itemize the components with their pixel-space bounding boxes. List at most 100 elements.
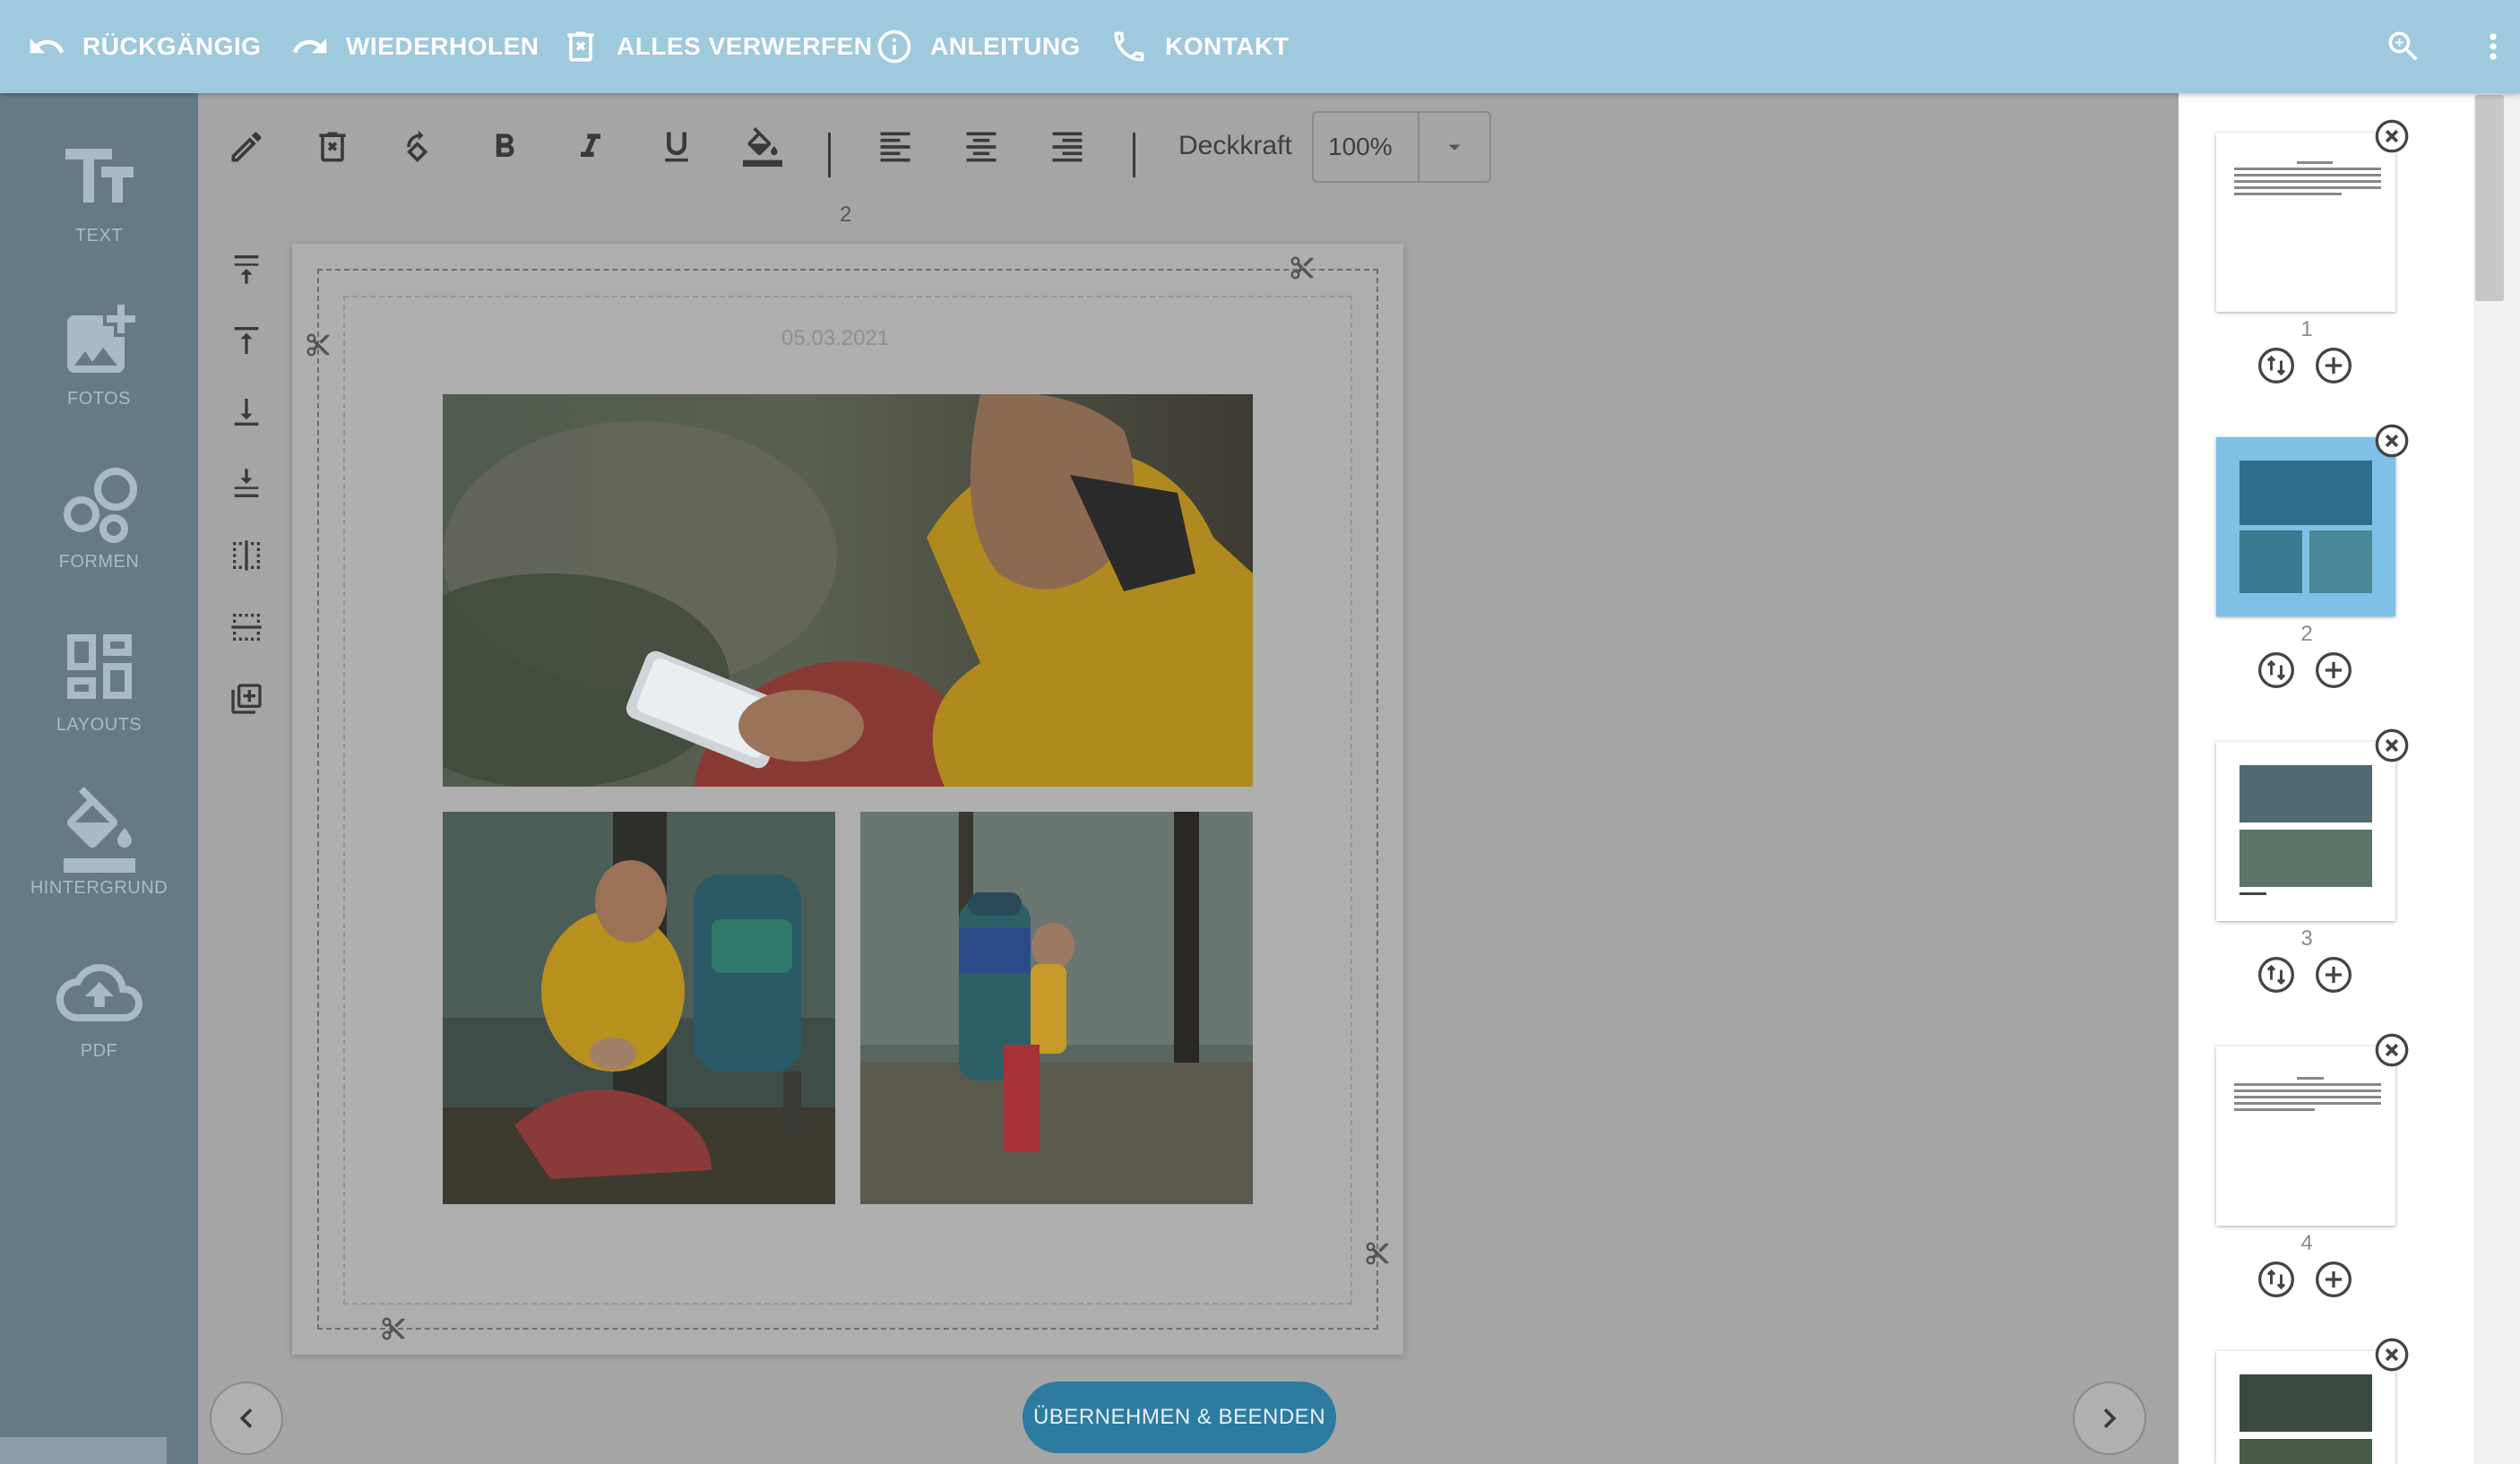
align-center-button[interactable] <box>956 122 1006 172</box>
previous-page-button[interactable] <box>210 1382 283 1455</box>
fill-color-button[interactable] <box>738 122 788 172</box>
send-to-bottom-button[interactable] <box>221 387 272 437</box>
scissors-icon <box>1366 1242 1389 1265</box>
photo-hiker-phone[interactable] <box>443 394 1253 787</box>
zoom-button[interactable] <box>2380 23 2427 70</box>
photo-hiker-phone-image <box>443 394 1253 787</box>
toolbar-divider <box>1133 133 1135 177</box>
duplicate-button[interactable] <box>221 674 272 724</box>
page-thumbnail-number: 3 <box>2300 926 2313 951</box>
page-thumbnail[interactable] <box>2216 437 2395 616</box>
scissors-icon <box>382 1317 405 1340</box>
sidebar-item-pdf[interactable]: PDF <box>0 950 198 1102</box>
contact-button[interactable]: KONTAKT <box>1109 0 1289 93</box>
sidebar-item-label: TEXT <box>74 226 124 245</box>
opacity-value[interactable]: 100% <box>1314 113 1420 181</box>
sidebar-item-background[interactable]: HINTERGRUND <box>0 787 198 939</box>
close-icon[interactable] <box>2374 1337 2410 1373</box>
bold-icon <box>496 133 514 157</box>
page-thumbnail[interactable] <box>2216 1046 2395 1226</box>
redo-button[interactable]: WIEDERHOLEN <box>290 0 539 93</box>
toolbar-divider <box>828 133 831 177</box>
rotate-button[interactable] <box>393 122 444 172</box>
left-sidebar: TEXT FOTOS FORMEN LAYOUTS HINTERGRUND PD… <box>0 93 198 1464</box>
duplicate-icon <box>231 684 262 714</box>
fill-color-icon <box>743 127 782 167</box>
top-bar: RÜCKGÄNGIG WIEDERHOLEN ALLES VERWERFEN A… <box>0 0 2520 93</box>
italic-button[interactable] <box>565 122 616 172</box>
shapes-icon <box>63 468 137 543</box>
bring-to-top-button[interactable] <box>221 315 272 366</box>
page-date[interactable]: 05.03.2021 <box>781 326 889 351</box>
photo-hiker-standing[interactable] <box>860 812 1253 1204</box>
center-vertical-icon <box>233 540 260 571</box>
align-right-icon <box>1052 132 1083 162</box>
align-bottom-edge-icon <box>234 469 259 497</box>
center-horizontal-button[interactable] <box>221 602 272 652</box>
delete-icon <box>319 132 346 162</box>
zoom-icon <box>2388 31 2418 61</box>
opacity-select[interactable]: 100% <box>1312 111 1491 183</box>
bold-button[interactable] <box>479 122 530 172</box>
sidebar-item-text[interactable]: TEXT <box>0 134 198 287</box>
page-thumbnail[interactable] <box>2216 1351 2395 1464</box>
align-top-edge-icon <box>234 255 259 284</box>
sidebar-scrollbar[interactable] <box>0 1437 167 1464</box>
undo-button[interactable]: RÜCKGÄNGIG <box>27 0 261 93</box>
page-thumbnail[interactable] <box>2216 133 2395 312</box>
page-thumbnail[interactable] <box>2216 742 2395 921</box>
close-icon[interactable] <box>2374 728 2410 763</box>
send-to-bottom-icon <box>234 399 259 426</box>
align-center-icon <box>966 132 997 162</box>
guide-button[interactable]: ANLEITUNG <box>875 0 1081 93</box>
center-horizontal-icon <box>231 614 262 641</box>
discard-icon <box>567 31 594 62</box>
page-number: 2 <box>840 202 852 227</box>
align-left-button[interactable] <box>870 122 920 172</box>
add-page-icon[interactable] <box>2314 346 2353 385</box>
sidebar-item-layouts[interactable]: LAYOUTS <box>0 624 198 776</box>
cloud-upload-icon <box>56 964 142 1021</box>
underline-button[interactable] <box>652 122 702 172</box>
swap-page-icon[interactable] <box>2257 650 2296 690</box>
scissors-icon <box>1290 256 1314 280</box>
close-icon[interactable] <box>2374 118 2410 154</box>
pencil-button[interactable] <box>221 122 272 172</box>
add-page-icon[interactable] <box>2314 1260 2353 1299</box>
swap-page-icon[interactable] <box>2257 1260 2296 1299</box>
italic-icon <box>581 133 600 157</box>
discard-all-button[interactable]: ALLES VERWERFEN <box>561 0 872 93</box>
sidebar-item-label: LAYOUTS <box>56 715 142 735</box>
delete-button[interactable] <box>307 122 358 172</box>
add-page-icon[interactable] <box>2314 955 2353 995</box>
sidebar-item-photos[interactable]: FOTOS <box>0 297 198 450</box>
close-icon[interactable] <box>2374 423 2410 459</box>
sidebar-item-shapes[interactable]: FORMEN <box>0 461 198 613</box>
apply-and-finish-button[interactable]: ÜBERNEHMEN & BEENDEN <box>1023 1382 1336 1453</box>
chevron-right-icon <box>2103 1408 2117 1428</box>
swap-page-icon[interactable] <box>2257 955 2296 995</box>
align-top-edge-button[interactable] <box>221 244 272 294</box>
more-button[interactable] <box>2470 23 2516 70</box>
chevron-down-icon <box>1448 144 1461 151</box>
opacity-dropdown-button[interactable] <box>1420 113 1489 181</box>
photo-hiker-sitting-image <box>443 812 835 1204</box>
align-bottom-edge-button[interactable] <box>221 459 272 509</box>
add-page-icon[interactable] <box>2314 650 2353 690</box>
phone-icon <box>1114 31 1144 62</box>
info-icon <box>877 30 911 64</box>
swap-page-icon[interactable] <box>2257 346 2296 385</box>
next-page-button[interactable] <box>2073 1382 2146 1455</box>
align-left-icon <box>880 132 910 162</box>
paint-bucket-icon <box>63 787 135 873</box>
add-photo-icon <box>66 305 135 373</box>
page-thumbnail-number: 1 <box>2300 317 2313 341</box>
close-icon[interactable] <box>2374 1032 2410 1068</box>
align-right-button[interactable] <box>1042 122 1092 172</box>
photo-hiker-sitting[interactable] <box>443 812 835 1204</box>
center-vertical-button[interactable] <box>221 530 272 581</box>
redo-label: WIEDERHOLEN <box>346 32 539 60</box>
pages-scroll-thumb[interactable] <box>2475 95 2504 301</box>
undo-icon <box>30 38 65 54</box>
pencil-icon <box>231 132 262 162</box>
